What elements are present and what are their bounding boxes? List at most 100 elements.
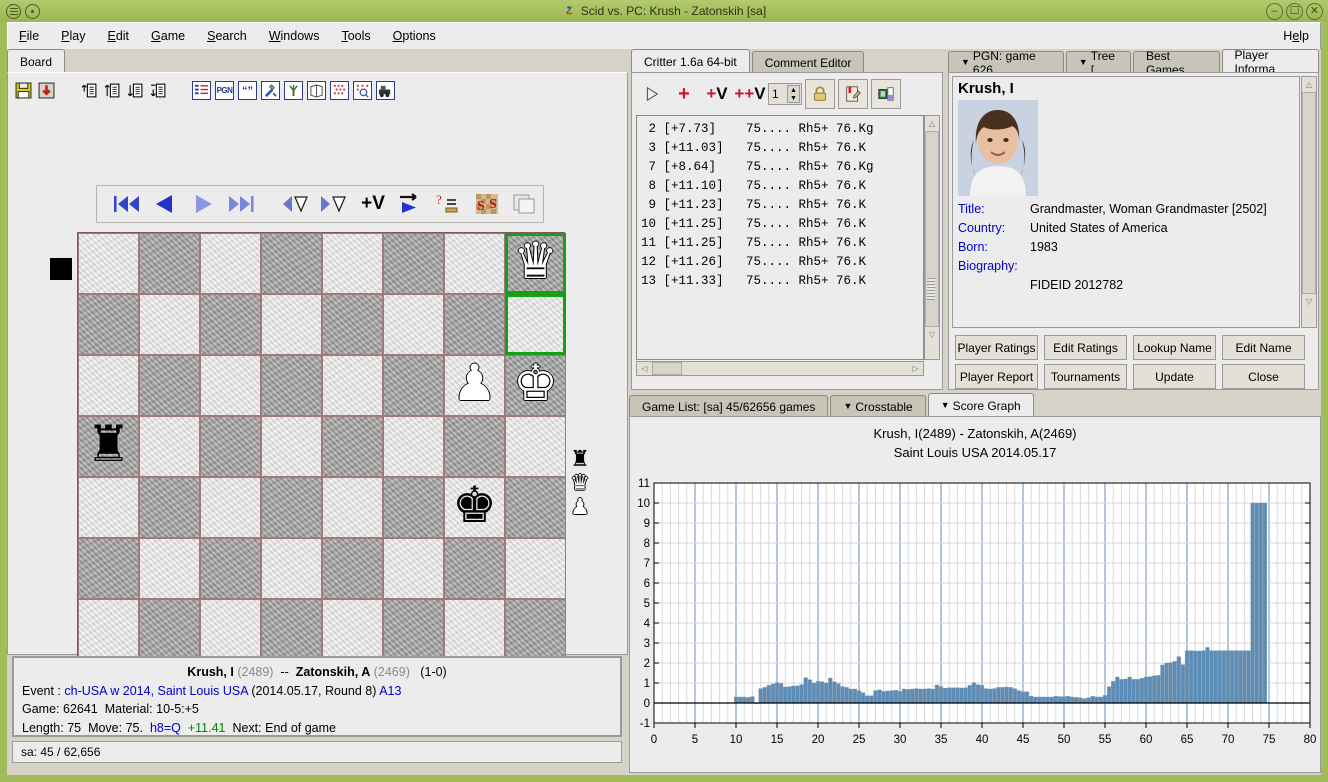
update-button[interactable]: Update	[1133, 364, 1216, 389]
engine-icon[interactable]	[376, 81, 395, 100]
tab-pgn[interactable]: ▼ PGN: game 626	[948, 49, 1064, 77]
square-c8[interactable]	[200, 233, 261, 294]
player-report-button[interactable]: Player Report	[955, 364, 1038, 389]
square-d2[interactable]	[261, 599, 322, 660]
square-g2[interactable]	[444, 599, 505, 660]
close-button[interactable]: ✕	[1306, 2, 1323, 20]
square-c6[interactable]	[200, 355, 261, 416]
square-h4[interactable]	[505, 477, 566, 538]
engine-lines-stepper[interactable]: 1 ▲ ▼	[768, 83, 802, 105]
engine-lines-arrows[interactable]: ▲ ▼	[787, 85, 800, 103]
square-b7[interactable]	[139, 294, 200, 355]
square-b2[interactable]	[139, 599, 200, 660]
square-d4[interactable]	[261, 477, 322, 538]
engine-hscroll-thumb[interactable]	[652, 362, 682, 375]
menu-tools[interactable]: Tools	[330, 26, 381, 46]
player-ratings-button[interactable]: Player Ratings	[955, 335, 1038, 360]
square-e2[interactable]	[322, 599, 383, 660]
square-g5[interactable]	[444, 416, 505, 477]
menu-play[interactable]: Play	[50, 26, 96, 46]
square-f4[interactable]	[383, 477, 444, 538]
menu-windows[interactable]: Windows	[258, 26, 331, 46]
square-e3[interactable]	[322, 538, 383, 599]
add-all-variations-button[interactable]: ++V	[734, 79, 765, 109]
tournaments-button[interactable]: Tournaments	[1044, 364, 1127, 389]
square-h3[interactable]	[505, 538, 566, 599]
square-e6[interactable]	[322, 355, 383, 416]
chevron-down-icon[interactable]: ▼	[941, 400, 950, 410]
square-a4[interactable]	[78, 477, 139, 538]
tab-crosstable[interactable]: ▼ Crosstable	[830, 395, 926, 417]
square-a6[interactable]	[78, 355, 139, 416]
player-scroll-thumb[interactable]	[1302, 92, 1316, 294]
tab-best-games[interactable]: Best Games	[1133, 49, 1220, 77]
square-d5[interactable]	[261, 416, 322, 477]
move-down-icon[interactable]	[126, 81, 145, 100]
square-e8[interactable]	[322, 233, 383, 294]
lookup-name-button[interactable]: Lookup Name	[1133, 335, 1216, 360]
score-graph-chart[interactable]: -1 0 1 2 3 4 5 6 7 8 9 10 11 0 5 10 15 20 25 30 35 40 45 50 55 60…	[630, 475, 1322, 765]
engine-output-hscrollbar[interactable]: ◁ ▷	[636, 361, 924, 376]
annotate-icon[interactable]: ?	[431, 189, 467, 219]
square-d7[interactable]	[261, 294, 322, 355]
start-analysis-icon[interactable]	[636, 79, 666, 109]
tab-comment-editor[interactable]: Comment Editor	[751, 51, 865, 73]
scroll-down-icon[interactable]: ▽	[925, 327, 939, 342]
add-move-button[interactable]: +	[669, 79, 699, 109]
square-c7[interactable]	[200, 294, 261, 355]
tab-score-graph[interactable]: ▼ Score Graph	[927, 393, 1034, 417]
crosstable-icon[interactable]	[330, 81, 349, 100]
eco-code-link[interactable]: A13	[379, 684, 401, 698]
engine-config-icon[interactable]	[871, 79, 901, 109]
close-button[interactable]: Close	[1222, 364, 1305, 389]
game-list-icon[interactable]	[192, 81, 211, 100]
square-h5[interactable]	[505, 416, 566, 477]
annotate-icon[interactable]	[838, 79, 868, 109]
square-g3[interactable]	[444, 538, 505, 599]
move-bottom-icon[interactable]	[149, 81, 168, 100]
square-c4[interactable]	[200, 477, 261, 538]
player-info-content[interactable]: Krush, I Title: Grandmaster, Woman Grand…	[952, 76, 1300, 328]
lock-icon[interactable]	[805, 79, 835, 109]
scroll-up-icon[interactable]: △	[925, 116, 939, 131]
add-game-before-icon[interactable]	[80, 81, 99, 100]
square-d3[interactable]	[261, 538, 322, 599]
square-g6[interactable]: ♟	[444, 355, 505, 416]
chevron-down-icon[interactable]: ▼	[1079, 57, 1088, 67]
square-h6[interactable]: ♚	[505, 355, 566, 416]
event-name-link[interactable]: ch-USA w 2014, Saint Louis USA	[64, 684, 247, 698]
next-variation-icon[interactable]	[317, 189, 353, 219]
square-b6[interactable]	[139, 355, 200, 416]
menu-help[interactable]: Help	[1272, 26, 1320, 46]
square-c3[interactable]	[200, 538, 261, 599]
chess-board[interactable]: ♛ ♟ ♚ ♜ ♚	[77, 232, 566, 721]
maximize-button[interactable]: ☐	[1286, 2, 1303, 20]
square-f2[interactable]	[383, 599, 444, 660]
square-e7[interactable]	[322, 294, 383, 355]
previous-move-icon[interactable]	[147, 189, 183, 219]
tab-player-information[interactable]: Player Informa	[1221, 48, 1319, 76]
finder-icon[interactable]	[353, 81, 372, 100]
engine-panel-splitter[interactable]	[927, 278, 935, 300]
square-a3[interactable]	[78, 538, 139, 599]
comment-icon[interactable]: “”	[238, 81, 257, 100]
square-d6[interactable]	[261, 355, 322, 416]
square-a8[interactable]	[78, 233, 139, 294]
scroll-left-icon[interactable]: ◁	[637, 362, 652, 375]
analysis-tools-icon[interactable]	[261, 81, 280, 100]
first-move-icon[interactable]	[109, 189, 145, 219]
engine-hscroll-track[interactable]	[682, 362, 908, 375]
menu-file[interactable]: File	[8, 26, 50, 46]
menu-search[interactable]: Search	[196, 26, 258, 46]
player-info-vscrollbar[interactable]: △ ▽	[1301, 76, 1317, 328]
tab-game-list[interactable]: Game List: [sa] 45/62656 games	[629, 395, 829, 417]
chevron-down-icon[interactable]: ▼	[843, 401, 852, 411]
scroll-down-icon[interactable]: ▽	[1302, 294, 1316, 309]
chevron-down-icon[interactable]: ▼	[961, 57, 970, 67]
tab-tree[interactable]: ▼ Tree [	[1065, 49, 1131, 77]
menu-options[interactable]: Options	[382, 26, 447, 46]
square-g7[interactable]	[444, 294, 505, 355]
square-g4[interactable]: ♚	[444, 477, 505, 538]
add-game-icon[interactable]	[103, 81, 122, 100]
tab-critter-engine[interactable]: Critter 1.6a 64-bit	[631, 49, 750, 73]
